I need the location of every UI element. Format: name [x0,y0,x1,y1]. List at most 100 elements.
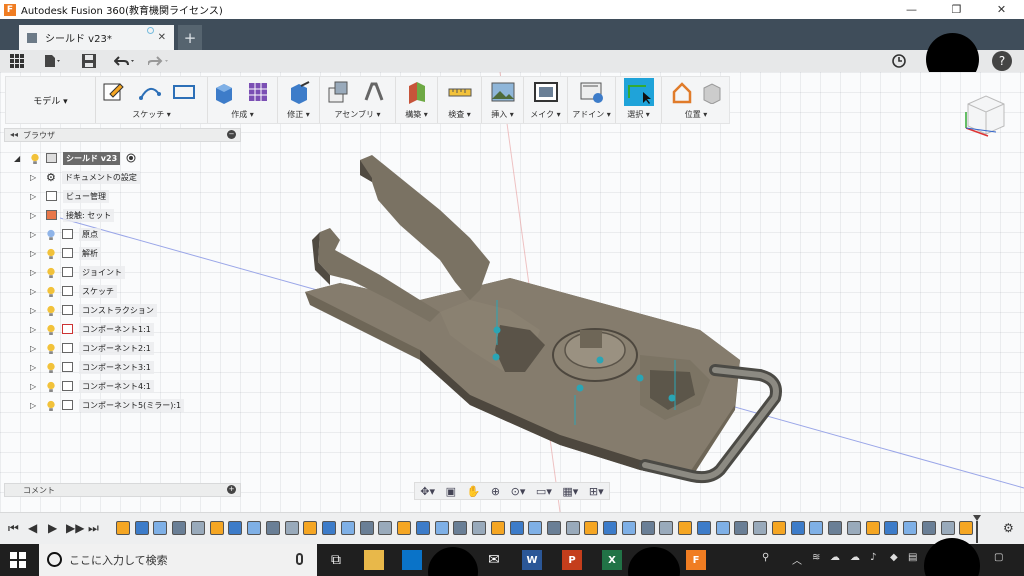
expand-right-icon[interactable]: ▷ [30,306,40,315]
cloud-icon[interactable]: ☁ [850,552,860,563]
create-group[interactable]: 作成 ▾ [208,77,278,123]
timeline-feature-icon[interactable] [678,521,693,535]
zoom-window-icon[interactable]: ⊙▾ [511,485,526,498]
tab-shield[interactable]: シールド v23* ✕ [19,25,174,50]
grid-settings-icon[interactable]: ▦▾ [562,485,578,498]
expand-right-icon[interactable]: ▷ [30,344,40,353]
timeline-feature-icon[interactable] [228,521,243,535]
timeline-feature-icon[interactable] [397,521,412,535]
add-comment-icon[interactable]: + [227,485,236,494]
tree-item-document-settings[interactable]: ▷ ⚙ ドキュメントの設定 [30,168,140,186]
expand-right-icon[interactable]: ▷ [30,211,40,220]
restore-button[interactable]: ❐ [934,0,979,19]
timeline-feature-icon[interactable] [790,521,805,535]
app-tray-icon[interactable]: ▤ [908,552,917,563]
expand-right-icon[interactable]: ▷ [30,230,40,239]
file-icon[interactable] [44,53,62,69]
timeline-feature-icon[interactable] [190,521,205,535]
modify-group[interactable]: 修正 ▾ [278,77,320,123]
timeline-feature-icon[interactable] [547,521,561,535]
timeline-play-button[interactable]: ▶ [48,521,57,535]
expand-right-icon[interactable]: ▷ [30,401,40,410]
tree-item-component-5[interactable]: ▷ コンポーネント5(ミラー):1 [30,396,185,414]
fusion-taskbar-icon[interactable]: F [686,550,706,570]
expand-right-icon[interactable]: ▷ [30,173,40,182]
insert-group[interactable]: 挿入 ▾ [482,77,524,123]
shield-model[interactable] [305,155,782,484]
expand-right-icon[interactable]: ▷ [30,268,40,277]
sketch-group[interactable]: スケッチ ▾ [96,77,208,123]
tree-item-component-3[interactable]: ▷ コンポーネント3:1 [30,358,154,376]
timeline-feature-icon[interactable] [322,521,337,535]
timeline-feature-icon[interactable] [621,521,636,535]
construct-group[interactable]: 構築 ▾ [396,77,438,123]
tree-item-origin[interactable]: ▷ 原点 [30,225,101,243]
timeline-last-button[interactable]: ⏭ [88,521,99,536]
new-tab-button[interactable]: + [178,25,202,50]
inspect-group[interactable]: 検査 ▾ [438,77,482,123]
microphone-icon[interactable] [296,553,303,565]
tree-item-component-2[interactable]: ▷ コンポーネント2:1 [30,339,154,357]
view-cube[interactable] [960,88,1010,142]
timeline-feature-icon[interactable] [865,521,880,535]
expand-right-icon[interactable]: ▷ [30,382,40,391]
timeline-feature-icon[interactable] [884,521,899,535]
timeline-feature-icon[interactable] [715,521,730,535]
wifi-icon[interactable]: ≋ [812,552,820,563]
word-icon[interactable]: W [522,550,542,570]
timeline-feature-icon[interactable] [753,521,768,535]
timeline-next-button[interactable]: ▶▶ [66,521,84,535]
expand-right-icon[interactable]: ▷ [30,325,40,334]
timeline-feature-icon[interactable] [828,521,843,535]
timeline-marker-icon[interactable] [972,513,982,545]
make-group[interactable]: メイク ▾ [524,77,568,123]
timeline-feature-icon[interactable] [209,521,224,535]
expand-right-icon[interactable]: ▷ [30,287,40,296]
timeline-feature-icon[interactable] [696,521,711,535]
timeline-feature-icon[interactable] [846,521,861,535]
tree-item-analysis[interactable]: ▷ 解析 [30,244,101,262]
timeline-feature-icon[interactable] [172,521,187,535]
timeline-settings-icon[interactable]: ⚙ [1003,521,1014,535]
viewports-icon[interactable]: ⊞▾ [589,485,604,498]
windows-start-icon[interactable] [10,552,26,568]
timeline-feature-icon[interactable] [284,521,299,535]
tree-item-construction[interactable]: ▷ コンストラクション [30,301,157,319]
timeline-feature-icon[interactable] [940,521,955,535]
timeline-feature-icon[interactable] [734,521,749,535]
timeline-feature-icon[interactable] [116,521,130,535]
position-group[interactable]: 位置 ▾ [662,77,730,123]
timeline-feature-icon[interactable] [903,521,918,535]
assemble-group[interactable]: アセンブリ ▾ [320,77,396,123]
tree-item-component-4[interactable]: ▷ コンポーネント4:1 [30,377,154,395]
tree-item-component-1[interactable]: ▷ コンポーネント1:1 [30,320,154,338]
timeline-feature-icon[interactable] [247,521,262,535]
camera-icon[interactable]: ▣ [446,485,456,498]
timeline-feature-icon[interactable] [340,521,355,535]
excel-icon[interactable]: X [602,550,622,570]
expand-right-icon[interactable]: ▷ [30,363,40,372]
undo-icon[interactable] [114,53,138,69]
tree-item-named-views[interactable]: ▷ ビュー管理 [30,187,109,205]
pan-icon[interactable]: ✋ [467,485,481,498]
orbit-icon[interactable]: ✥▾ [420,485,435,498]
timeline-feature-icon[interactable] [378,521,393,535]
tree-item-joints[interactable]: ▷ ジョイント [30,263,125,281]
store-icon[interactable] [402,550,422,570]
timeline-feature-icon[interactable] [265,521,280,535]
timeline-feature-icon[interactable] [415,521,430,535]
mail-icon[interactable]: ✉ [484,550,504,570]
browser-collapse-arrow-icon[interactable]: ◂◂ [10,130,18,139]
timeline-feature-icon[interactable] [640,521,655,535]
tree-root[interactable]: ◢ シールド v23 [14,149,136,167]
clock-icon[interactable] [892,53,906,69]
expand-right-icon[interactable]: ▷ [30,249,40,258]
addins-group[interactable]: アドイン ▾ [568,77,616,123]
timeline-feature-icon[interactable] [603,521,618,535]
timeline-feature-icon[interactable] [584,521,599,535]
zoom-icon[interactable]: ⊕ [491,485,500,498]
timeline-previous-button[interactable]: ◀ [28,521,37,535]
timeline-feature-icon[interactable] [472,521,487,535]
tab-close-icon[interactable]: ✕ [158,32,166,43]
expand-right-icon[interactable]: ▷ [30,192,40,201]
